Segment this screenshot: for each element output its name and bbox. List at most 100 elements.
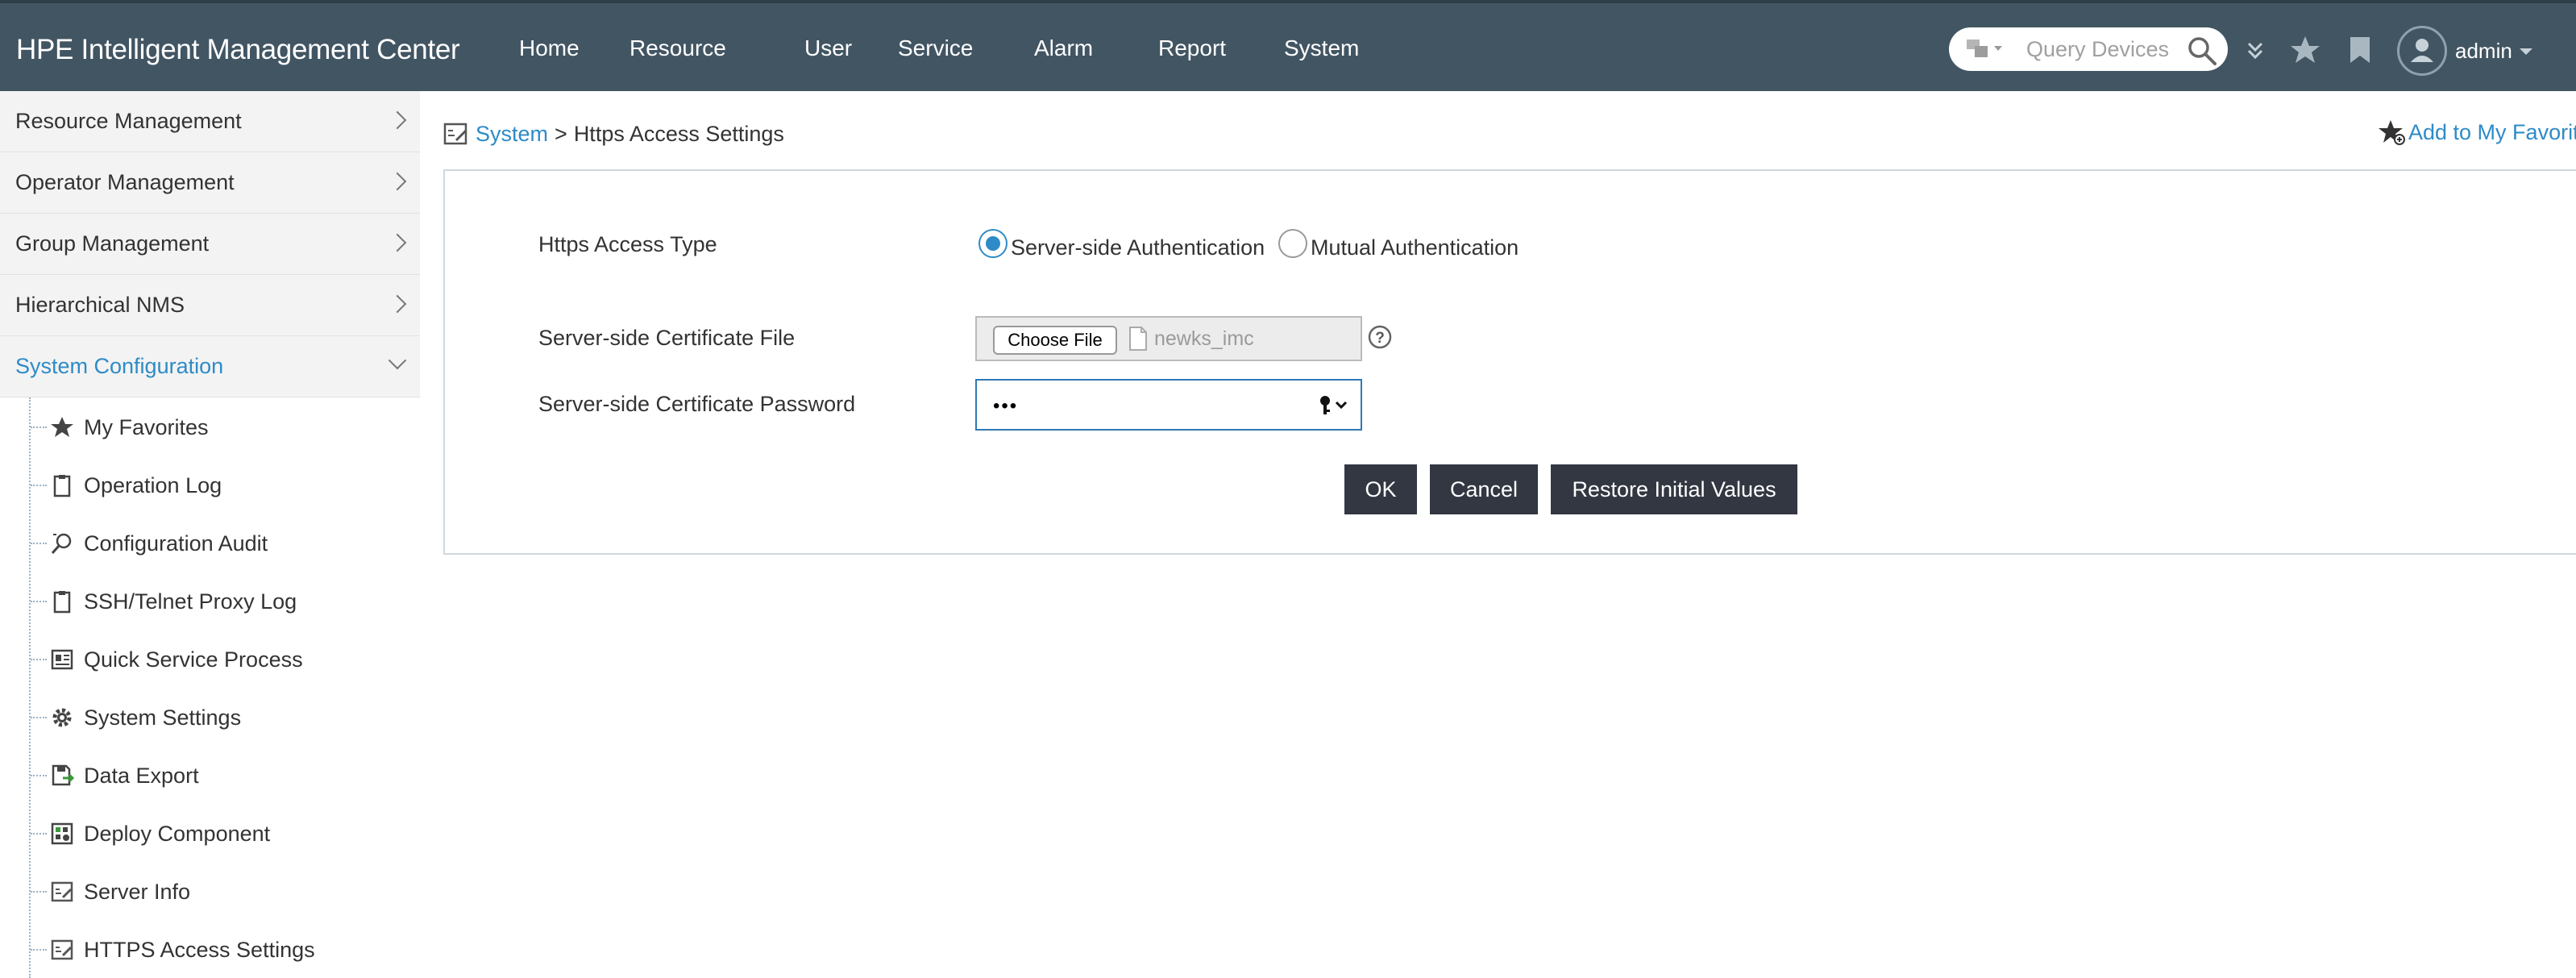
gear-icon — [52, 708, 72, 727]
cert-password-field[interactable]: ••• — [975, 379, 1362, 431]
mutual-auth-radio[interactable] — [1278, 229, 1307, 258]
nav-system[interactable]: System — [1284, 35, 1359, 61]
sidebar-item-data-export[interactable]: Data Export — [0, 746, 420, 804]
user-name[interactable]: admin — [2455, 39, 2512, 64]
https-settings-icon — [51, 939, 73, 960]
sidebar-section-resource-management[interactable]: Resource Management — [0, 91, 420, 152]
sidebar-item-label: HTTPS Access Settings — [84, 938, 315, 962]
nav-alarm[interactable]: Alarm — [1034, 35, 1093, 61]
nav-user[interactable]: User — [804, 35, 852, 61]
breadcrumb-system-link[interactable]: System — [476, 122, 548, 147]
sidebar-section-label: System Configuration — [15, 354, 224, 378]
add-favorite-star-icon — [2379, 120, 2405, 145]
tree-branch — [31, 485, 47, 486]
tree-branch — [31, 833, 47, 834]
nav-home[interactable]: Home — [519, 35, 580, 61]
breadcrumb-current: Https Access Settings — [573, 121, 784, 146]
chevron-right-icon — [388, 110, 407, 130]
clipboard-icon — [53, 475, 71, 497]
tree-branch — [31, 659, 47, 660]
sidebar-item-label: Quick Service Process — [84, 647, 303, 672]
clipboard-icon — [53, 591, 71, 614]
server-side-auth-radio[interactable] — [978, 229, 1008, 258]
tree-branch — [31, 775, 47, 776]
sidebar-item-label: Deploy Component — [84, 822, 271, 846]
sidebar-item-configuration-audit[interactable]: Configuration Audit — [0, 514, 420, 572]
cert-file-input[interactable]: Choose File newks_imc — [975, 316, 1362, 361]
chevron-down-icon — [388, 351, 407, 370]
sidebar-item-label: Data Export — [84, 764, 199, 788]
password-mask: ••• — [993, 395, 1019, 417]
chevron-right-icon — [388, 294, 407, 314]
sidebar-item-label: SSH/Telnet Proxy Log — [84, 589, 297, 614]
sidebar-section-system-configuration[interactable]: System Configuration — [0, 336, 420, 397]
tree-branch — [31, 949, 47, 951]
ok-button[interactable]: OK — [1344, 464, 1417, 514]
sidebar-item-system-settings[interactable]: System Settings — [0, 688, 420, 746]
sidebar-item-label: Operation Log — [84, 473, 222, 497]
chevron-right-icon — [388, 172, 407, 191]
sidebar: Resource Management Operator Management … — [0, 91, 420, 978]
export-icon — [52, 764, 74, 786]
cert-password-label: Server-side Certificate Password — [538, 392, 856, 416]
https-settings-panel: Https Access Type Server-side Authentica… — [443, 169, 2576, 555]
user-menu-caret-icon[interactable] — [2520, 48, 2532, 55]
help-icon[interactable]: ? — [1367, 324, 1393, 350]
nav-report[interactable]: Report — [1158, 35, 1226, 61]
audit-magnifier-icon — [51, 533, 72, 554]
sidebar-item-deploy-component[interactable]: Deploy Component — [0, 804, 420, 862]
sidebar-section-label: Operator Management — [15, 170, 235, 194]
file-icon — [1129, 327, 1147, 351]
search-icon[interactable] — [2186, 35, 2218, 67]
choose-file-button[interactable]: Choose File — [993, 326, 1117, 355]
chevron-right-icon — [388, 233, 407, 252]
sidebar-section-hierarchical-nms[interactable]: Hierarchical NMS — [0, 275, 420, 336]
server-info-icon — [51, 881, 73, 902]
sidebar-section-label: Resource Management — [15, 109, 242, 133]
sidebar-item-label: Server Info — [84, 880, 191, 904]
sidebar-item-quick-service-process[interactable]: Quick Service Process — [0, 630, 420, 688]
sidebar-item-ssh-telnet-proxy-log[interactable]: SSH/Telnet Proxy Log — [0, 572, 420, 630]
sidebar-item-server-info[interactable]: Server Info — [0, 862, 420, 920]
deploy-icon — [51, 822, 73, 845]
devices-dropdown-icon[interactable] — [1967, 38, 2013, 60]
star-icon[interactable] — [2289, 34, 2321, 66]
selected-file-name: newks_imc — [1154, 327, 1254, 350]
add-to-favorites-label: Add to My Favorites — [2408, 119, 2576, 144]
process-card-icon — [51, 649, 73, 670]
tree-branch — [31, 427, 47, 428]
server-side-auth-label[interactable]: Server-side Authentication — [1011, 235, 1265, 260]
tree-branch — [31, 543, 47, 544]
top-header: HPE Intelligent Management Center Home R… — [0, 0, 2576, 91]
device-search — [1949, 27, 2228, 71]
sidebar-item-label: Configuration Audit — [84, 531, 268, 556]
search-input[interactable] — [2026, 35, 2188, 64]
nav-service[interactable]: Service — [898, 35, 973, 61]
breadcrumb: System > Https Access Settings — [443, 121, 784, 147]
sidebar-section-label: Group Management — [15, 231, 210, 256]
sidebar-section-operator-management[interactable]: Operator Management — [0, 152, 420, 214]
double-chevron-down-icon[interactable] — [2239, 34, 2271, 66]
sidebar-item-label: My Favorites — [84, 415, 209, 439]
tree-branch — [31, 601, 47, 602]
sidebar-section-label: Hierarchical NMS — [15, 293, 185, 317]
tree-branch — [31, 891, 47, 893]
user-avatar-icon[interactable] — [2397, 26, 2447, 76]
brand-title: HPE Intelligent Management Center — [16, 34, 460, 65]
cancel-button[interactable]: Cancel — [1430, 464, 1538, 514]
bookmark-icon[interactable] — [2344, 34, 2376, 66]
restore-initial-values-button[interactable]: Restore Initial Values — [1551, 464, 1797, 514]
sidebar-section-group-management[interactable]: Group Management — [0, 214, 420, 275]
sidebar-item-https-access-settings[interactable]: HTTPS Access Settings — [0, 920, 420, 978]
add-to-favorites-link[interactable]: Add to My Favorites — [2378, 118, 2576, 147]
https-settings-icon — [443, 123, 467, 145]
sidebar-item-my-favorites[interactable]: My Favorites — [0, 397, 420, 456]
sidebar-item-operation-log[interactable]: Operation Log — [0, 456, 420, 514]
cert-file-label: Server-side Certificate File — [538, 326, 796, 350]
password-key-icon[interactable] — [1317, 393, 1349, 418]
svg-text:?: ? — [1375, 330, 1385, 347]
star-icon — [51, 417, 73, 437]
breadcrumb-separator: > — [555, 121, 567, 146]
mutual-auth-label[interactable]: Mutual Authentication — [1311, 235, 1519, 260]
nav-resource[interactable]: Resource — [629, 35, 726, 61]
